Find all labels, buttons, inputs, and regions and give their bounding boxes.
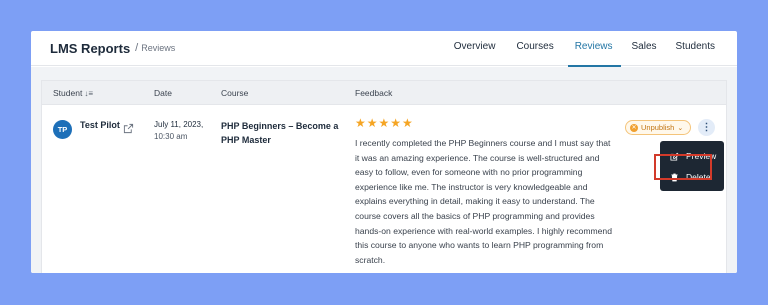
feedback-text: I recently completed the PHP Beginners c…: [355, 138, 612, 265]
column-student-label: Student: [53, 88, 83, 98]
reports-window: LMS Reports / Reviews Overview Courses R…: [31, 31, 737, 273]
review-date-time: 10:30 am: [154, 132, 188, 141]
more-actions-button[interactable]: ⋮: [698, 119, 715, 136]
tab-courses[interactable]: Courses: [516, 31, 553, 66]
course-title[interactable]: PHP Beginners – Become a PHP Master: [221, 119, 339, 147]
main-nav: Overview Courses Reviews Sales Students: [454, 31, 737, 67]
tab-reviews[interactable]: Reviews: [567, 31, 621, 67]
table-row: TP Test Pilot July 11, 2023, 10:30 am PH…: [42, 105, 726, 273]
reviews-table: Student ↓≡ Date Course Feedback TP Test P…: [41, 80, 727, 273]
app-title: LMS Reports: [50, 40, 131, 56]
student-name[interactable]: Test Pilot: [80, 119, 120, 132]
column-feedback: Feedback: [355, 88, 393, 98]
rating-stars: ★★★★★: [355, 116, 414, 130]
status-x-icon: ✕: [630, 123, 638, 132]
delete-highlight-box: [654, 154, 712, 180]
breadcrumb[interactable]: Reviews: [141, 43, 175, 53]
tab-overview[interactable]: Overview: [454, 31, 496, 66]
tab-students[interactable]: Students: [676, 31, 715, 66]
breadcrumb-separator: /: [135, 42, 139, 54]
column-date: Date: [154, 88, 172, 98]
sort-icon[interactable]: ↓≡: [84, 89, 93, 98]
content-area: Student ↓≡ Date Course Feedback TP Test P…: [31, 67, 737, 273]
column-course: Course: [221, 88, 249, 98]
column-student[interactable]: Student ↓≡: [53, 88, 93, 98]
table-header: Student ↓≡ Date Course Feedback: [42, 81, 726, 105]
avatar: TP: [53, 120, 72, 139]
external-link-icon[interactable]: [123, 123, 134, 134]
status-label: Unpublish: [641, 123, 675, 132]
review-date: July 11, 2023, 10:30 am: [154, 119, 203, 143]
review-date-day: July 11, 2023,: [154, 120, 204, 129]
chevron-down-icon: ⌄: [677, 124, 684, 132]
status-dropdown[interactable]: ✕ Unpublish ⌄: [625, 120, 691, 135]
top-bar: LMS Reports / Reviews Overview Courses R…: [31, 31, 737, 67]
tab-sales[interactable]: Sales: [632, 31, 657, 66]
